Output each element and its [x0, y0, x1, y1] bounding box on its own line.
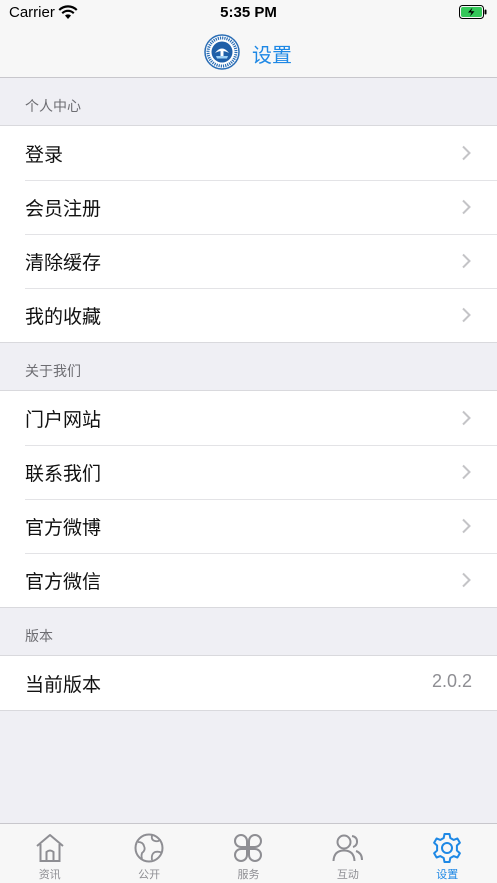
chevron-right-icon — [462, 145, 471, 161]
chevron-right-icon — [462, 307, 471, 323]
tab-label: 设置 — [436, 868, 459, 881]
row-favorites[interactable]: 我的收藏 — [0, 288, 497, 342]
tab-news[interactable]: 资讯 — [0, 824, 99, 883]
emblem-logo-icon — [204, 34, 240, 70]
row-official-wechat[interactable]: 官方微信 — [0, 553, 497, 607]
clock: 5:35 PM — [220, 4, 277, 21]
home-icon — [36, 834, 64, 862]
row-label: 我的收藏 — [25, 306, 102, 328]
group-personal: 登录 会员注册 清除缓存 我的收藏 — [0, 125, 497, 343]
row-official-weibo[interactable]: 官方微博 — [0, 499, 497, 553]
navigation-bar: 设置 — [0, 26, 497, 78]
row-label: 联系我们 — [25, 463, 102, 485]
chevron-right-icon — [462, 253, 471, 269]
group-version: 当前版本 2.0.2 — [0, 655, 497, 711]
row-label: 门户网站 — [25, 409, 102, 431]
row-current-version: 当前版本 2.0.2 — [0, 656, 497, 710]
status-bar: Carrier 5:35 PM — [0, 0, 497, 26]
page-title: 设置 — [252, 43, 292, 67]
row-label: 登录 — [25, 144, 64, 166]
tab-label: 资讯 — [38, 868, 61, 881]
tab-label: 公开 — [138, 868, 161, 881]
tab-public[interactable]: 公开 — [99, 824, 198, 883]
tab-label: 互动 — [336, 868, 359, 881]
tab-bar: 资讯 公开 服务 互动 设置 — [0, 823, 497, 883]
globe-icon — [134, 833, 164, 863]
row-label: 清除缓存 — [25, 252, 102, 274]
settings-list: 个人中心 登录 会员注册 清除缓存 我的收藏 关于我们 门户网站 联系我们 官方… — [0, 78, 497, 711]
row-login[interactable]: 登录 — [0, 126, 497, 180]
section-header-version: 版本 — [25, 629, 53, 645]
chevron-right-icon — [462, 464, 471, 480]
tab-services[interactable]: 服务 — [199, 824, 298, 883]
gear-icon — [433, 833, 462, 863]
row-label: 官方微信 — [25, 571, 102, 593]
row-label: 会员注册 — [25, 198, 102, 220]
battery-charging-icon — [459, 5, 487, 19]
tab-settings[interactable]: 设置 — [398, 824, 497, 883]
row-contact-us[interactable]: 联系我们 — [0, 445, 497, 499]
group-about: 门户网站 联系我们 官方微博 官方微信 — [0, 390, 497, 608]
chevron-right-icon — [462, 199, 471, 215]
grid-icon — [234, 834, 263, 862]
version-value: 2.0.2 — [431, 671, 472, 691]
row-label: 当前版本 — [25, 674, 102, 696]
users-icon — [332, 834, 363, 862]
row-register[interactable]: 会员注册 — [0, 180, 497, 234]
section-header-about: 关于我们 — [25, 364, 81, 380]
chevron-right-icon — [462, 518, 471, 534]
section-header-personal: 个人中心 — [25, 99, 81, 115]
row-clear-cache[interactable]: 清除缓存 — [0, 234, 497, 288]
chevron-right-icon — [462, 410, 471, 426]
tab-interaction[interactable]: 互动 — [298, 824, 397, 883]
chevron-right-icon — [462, 572, 471, 588]
row-portal-website[interactable]: 门户网站 — [0, 391, 497, 445]
tab-label: 服务 — [237, 868, 260, 881]
row-label: 官方微博 — [25, 517, 102, 539]
